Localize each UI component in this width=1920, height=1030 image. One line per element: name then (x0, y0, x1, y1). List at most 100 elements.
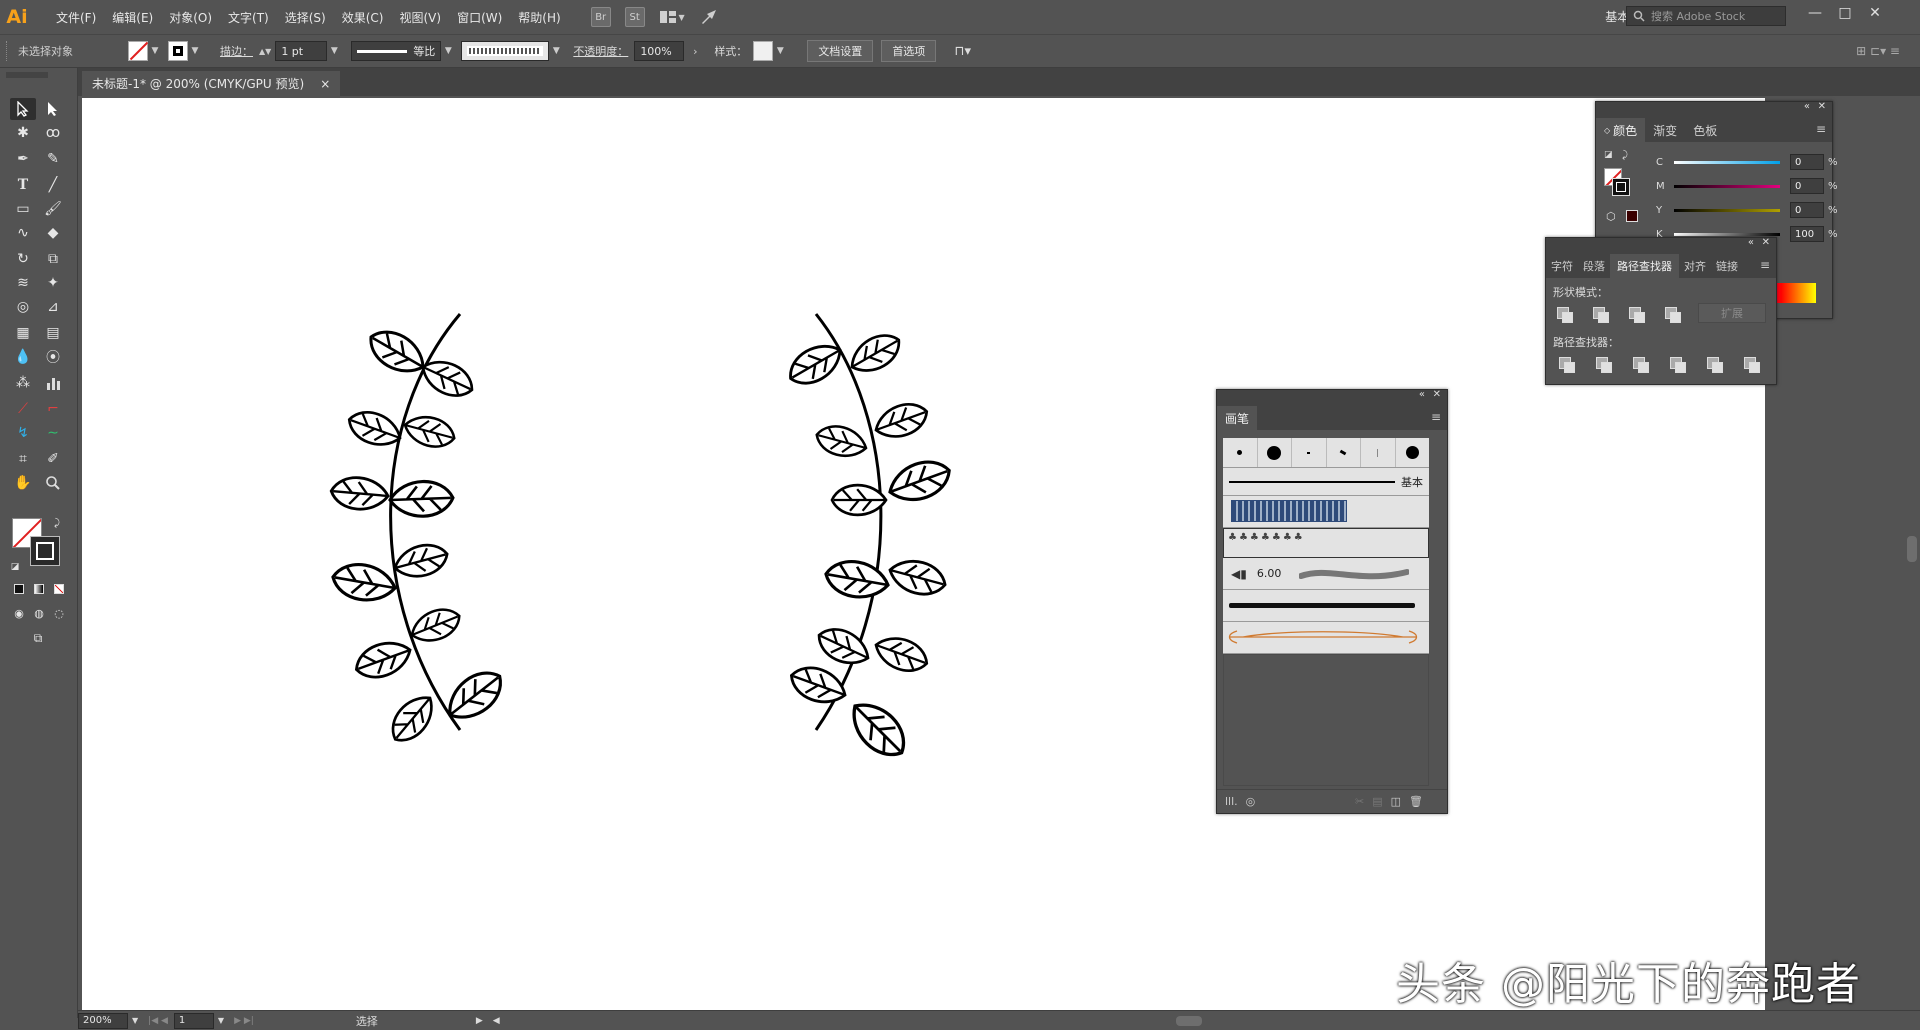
brush-tip-2[interactable] (1258, 438, 1292, 467)
cyan-value[interactable]: 0 (1790, 154, 1824, 170)
swap-colors-icon[interactable]: ⤸ (1622, 150, 1634, 162)
swap-fill-stroke-icon[interactable]: ⤸ (50, 516, 64, 530)
minus-front-icon[interactable] (1590, 304, 1609, 323)
none-mode-icon[interactable] (50, 580, 68, 598)
preferences-button[interactable]: 首选项 (881, 40, 937, 62)
brushes-panel-header[interactable]: « ✕ (1217, 389, 1447, 404)
brushes-list-empty-area[interactable] (1223, 654, 1429, 786)
close-panel-icon[interactable]: ✕ (1818, 101, 1826, 112)
menu-window[interactable]: 窗口(W) (449, 9, 510, 26)
column-graph-tool-icon[interactable] (40, 372, 66, 394)
hand-tool-icon[interactable]: ✋ (10, 472, 36, 494)
lasso-tool-icon[interactable]: ꝏ (40, 122, 66, 144)
arrange-documents-icon[interactable]: ▼ (659, 7, 685, 27)
brush-definition-select[interactable] (461, 41, 550, 61)
eraser-tool-icon[interactable]: ◆ (40, 222, 66, 244)
menu-effect[interactable]: 效果(C) (334, 9, 392, 26)
stroke-label[interactable]: 描边： (220, 43, 253, 59)
fill-dropdown-icon[interactable]: ▼ (148, 46, 162, 56)
maximize-button[interactable]: □ (1832, 2, 1858, 24)
custom-tool-red-corner-icon[interactable]: ⌐ (40, 398, 66, 420)
brush-tip-3[interactable] (1292, 438, 1327, 467)
art-brush-charcoal-row[interactable] (1223, 590, 1429, 622)
vertical-scrollbar[interactable] (1904, 96, 1920, 1010)
control-bar-grip[interactable] (6, 41, 14, 61)
close-panel-icon[interactable]: ✕ (1433, 389, 1441, 400)
intersect-icon[interactable] (1626, 304, 1645, 323)
left-leaf-branch[interactable] (328, 313, 512, 751)
delete-brush-icon[interactable]: 🗑 (1409, 795, 1423, 808)
stock-icon[interactable]: St (624, 7, 645, 27)
direct-selection-tool-icon[interactable] (40, 98, 66, 120)
paintbrush-tool-icon[interactable]: 🖌 (40, 198, 66, 220)
opacity-field[interactable]: 100% (634, 41, 685, 61)
eyedropper-tool-icon[interactable]: 💧 (10, 346, 36, 368)
type-tool-icon[interactable]: T (10, 174, 36, 196)
arrange-icon[interactable]: ⊓▾ (954, 44, 971, 59)
crop-icon[interactable] (1667, 354, 1686, 373)
out-of-gamut-icon[interactable]: ⬡ (1606, 210, 1616, 223)
zoom-field[interactable]: 200% (78, 1012, 128, 1029)
magenta-value[interactable]: 0 (1790, 178, 1824, 194)
zoom-dropdown-icon[interactable]: ▼ (132, 1016, 138, 1025)
brush-tip-6[interactable] (1396, 438, 1430, 467)
mesh-tool-icon[interactable]: ▦ (10, 322, 36, 344)
tab-color[interactable]: ◇ 颜色 (1596, 118, 1646, 142)
artboard-nav-first-prev[interactable]: |◀ ◀ (148, 1016, 168, 1026)
stroke-color-swatch[interactable] (30, 536, 60, 566)
artboard-dropdown-icon[interactable]: ▼ (218, 1016, 224, 1025)
toolbox-collapse-strip[interactable] (6, 72, 48, 78)
basic-brush-row[interactable]: 基本 (1223, 468, 1429, 496)
close-tab-icon[interactable]: × (320, 77, 330, 91)
collapse-icon[interactable]: « (1748, 237, 1754, 248)
document-tab[interactable]: 未标题-1* @ 200% (CMYK/GPU 预览) × (82, 71, 341, 96)
brush-libraries-icon[interactable]: lll. (1225, 795, 1238, 808)
art-brush-ornament-row[interactable] (1223, 622, 1429, 654)
tab-swatches[interactable]: 色板 (1685, 118, 1725, 142)
black-value[interactable]: 100 (1790, 226, 1824, 242)
tab-paragraph[interactable]: 段落 (1578, 254, 1610, 278)
color-mode-icon[interactable] (10, 580, 28, 598)
pen-tool-icon[interactable]: ✒ (10, 148, 36, 170)
right-leaf-branch[interactable] (781, 313, 957, 768)
exclude-icon[interactable] (1662, 304, 1681, 323)
stroke-dropdown-icon[interactable]: ▼ (188, 46, 202, 56)
scroll-left-icon[interactable]: ◀ (493, 1016, 500, 1026)
stroke-swatch[interactable] (168, 41, 188, 61)
gradient-mode-icon[interactable] (30, 580, 48, 598)
yellow-track[interactable] (1674, 208, 1780, 212)
merge-icon[interactable] (1630, 354, 1649, 373)
expand-button[interactable]: 扩展 (1698, 303, 1766, 323)
draw-inside-icon[interactable]: ◌ (50, 604, 68, 622)
control-bar-extra-icons[interactable]: ⊞ ⊏▾ ≡ (1856, 44, 1900, 58)
tab-links[interactable]: 链接 (1711, 254, 1743, 278)
artboard-tool-icon[interactable]: ⌗ (10, 448, 36, 470)
brush-tip-5[interactable] (1361, 438, 1396, 467)
draw-normal-icon[interactable]: ◉ (10, 604, 28, 622)
line-segment-tool-icon[interactable]: ╱ (40, 174, 66, 196)
panel-stroke-swatch[interactable] (1612, 178, 1630, 196)
opacity-expand-icon[interactable]: › (688, 45, 702, 58)
menu-select[interactable]: 选择(S) (277, 9, 334, 26)
artboard[interactable] (82, 98, 1765, 1010)
stroke-weight-dropdown-icon[interactable]: ▼ (327, 46, 341, 56)
menu-type[interactable]: 文字(T) (220, 9, 277, 26)
artboard-number-field[interactable]: 1 (173, 1012, 214, 1029)
zoom-tool-icon[interactable] (40, 472, 66, 494)
brush-tip-1[interactable] (1223, 438, 1258, 467)
yellow-value[interactable]: 0 (1790, 202, 1824, 218)
color-panel-header[interactable]: « ✕ (1596, 101, 1832, 116)
perspective-grid-tool-icon[interactable]: ⊿ (40, 296, 66, 318)
gradient-tool-icon[interactable]: ▤ (40, 322, 66, 344)
panel-menu-icon[interactable]: ≡ (1816, 122, 1826, 136)
default-fill-stroke-icon[interactable]: ◪ (8, 560, 22, 574)
unite-icon[interactable] (1554, 304, 1573, 323)
brush-tip-4[interactable] (1327, 438, 1361, 467)
rectangle-tool-icon[interactable]: ▭ (10, 198, 36, 220)
fill-swatch[interactable] (128, 41, 148, 61)
panel-menu-icon[interactable]: ≡ (1431, 410, 1441, 424)
panel-menu-icon[interactable]: ≡ (1760, 258, 1770, 272)
width-tool-icon[interactable]: ≋ (10, 272, 36, 294)
pattern-brush-row[interactable] (1223, 496, 1429, 528)
collapse-icon[interactable]: « (1419, 389, 1425, 400)
